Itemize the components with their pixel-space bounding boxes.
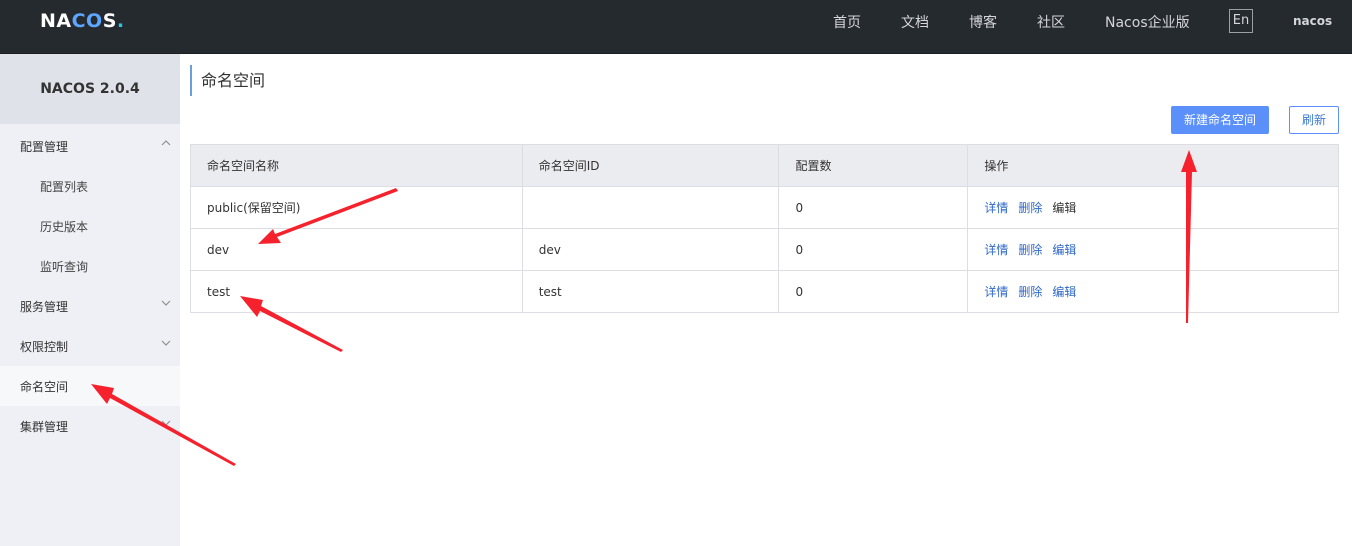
column-header-operations: 操作 bbox=[967, 144, 1339, 187]
table-row: dev dev 0 详情 删除 编辑 bbox=[190, 228, 1339, 271]
cell-namespace-name: public(保留空间) bbox=[190, 186, 523, 229]
top-header: NA CO S. 首页 文档 博客 社区 Nacos企业版 En nacos bbox=[0, 0, 1352, 54]
cell-namespace-name: dev bbox=[190, 228, 523, 271]
nav-docs[interactable]: 文档 bbox=[901, 12, 929, 32]
detail-link[interactable]: 详情 bbox=[984, 285, 1008, 299]
chevron-down-icon bbox=[161, 298, 171, 308]
detail-link[interactable]: 详情 bbox=[984, 243, 1008, 257]
nav-home[interactable]: 首页 bbox=[833, 12, 861, 32]
sidebar-item-label: 监听查询 bbox=[40, 259, 89, 274]
create-namespace-button[interactable]: 新建命名空间 bbox=[1171, 106, 1269, 134]
sidebar-item-listener-query[interactable]: 监听查询 bbox=[0, 246, 180, 286]
cell-namespace-id: dev bbox=[522, 228, 780, 271]
table-header-row: 命名空间名称 命名空间ID 配置数 操作 bbox=[190, 144, 1339, 187]
delete-link[interactable]: 删除 bbox=[1018, 201, 1042, 215]
delete-link[interactable]: 删除 bbox=[1018, 243, 1042, 257]
column-header-namespace-id: 命名空间ID bbox=[522, 144, 780, 187]
column-header-config-count: 配置数 bbox=[778, 144, 969, 187]
logo-text-na: NA bbox=[40, 10, 72, 32]
table-row: test test 0 详情 删除 编辑 bbox=[190, 270, 1339, 313]
logo-dot: . bbox=[116, 10, 125, 32]
sidebar-item-namespace[interactable]: 命名空间 bbox=[0, 366, 180, 406]
sidebar-item-label: 配置列表 bbox=[40, 179, 89, 194]
logo-text-co: CO bbox=[71, 10, 103, 32]
nav-enterprise[interactable]: Nacos企业版 bbox=[1105, 12, 1190, 32]
sidebar: NACOS 2.0.4 配置管理 配置列表 历史版本 监听查询 服务管理 权限控… bbox=[0, 54, 180, 546]
chevron-down-icon bbox=[161, 418, 171, 428]
edit-link[interactable]: 编辑 bbox=[1052, 285, 1076, 299]
nacos-logo[interactable]: NA CO S. bbox=[40, 10, 125, 32]
cell-namespace-id bbox=[522, 186, 780, 229]
sidebar-item-label: 集群管理 bbox=[20, 419, 69, 434]
sidebar-item-label: 历史版本 bbox=[40, 219, 89, 234]
column-header-namespace-name: 命名空间名称 bbox=[190, 144, 523, 187]
user-name[interactable]: nacos bbox=[1293, 14, 1332, 28]
sidebar-item-label: 服务管理 bbox=[20, 299, 69, 314]
namespace-table: 命名空间名称 命名空间ID 配置数 操作 public(保留空间) 0 详情 删除… bbox=[190, 144, 1339, 313]
sidebar-item-cluster-management[interactable]: 集群管理 bbox=[0, 406, 180, 446]
refresh-button[interactable]: 刷新 bbox=[1289, 106, 1339, 134]
sidebar-item-label: 配置管理 bbox=[20, 139, 69, 154]
cell-config-count: 0 bbox=[778, 228, 969, 271]
detail-link[interactable]: 详情 bbox=[984, 201, 1008, 215]
chevron-up-icon bbox=[161, 138, 171, 148]
sidebar-title: NACOS 2.0.4 bbox=[0, 54, 180, 124]
delete-link[interactable]: 删除 bbox=[1018, 285, 1042, 299]
sidebar-item-service-management[interactable]: 服务管理 bbox=[0, 286, 180, 326]
sidebar-item-config-management[interactable]: 配置管理 bbox=[0, 126, 180, 166]
nav-blog[interactable]: 博客 bbox=[969, 12, 997, 32]
logo-text-s: S bbox=[102, 10, 117, 32]
sidebar-item-access-control[interactable]: 权限控制 bbox=[0, 326, 180, 366]
sidebar-item-history[interactable]: 历史版本 bbox=[0, 206, 180, 246]
sidebar-item-label: 权限控制 bbox=[20, 339, 69, 354]
chevron-down-icon bbox=[161, 338, 171, 348]
cell-operations: 详情 删除 编辑 bbox=[967, 270, 1339, 313]
sidebar-item-config-list[interactable]: 配置列表 bbox=[0, 166, 180, 206]
cell-config-count: 0 bbox=[778, 270, 969, 313]
nav-community[interactable]: 社区 bbox=[1037, 12, 1065, 32]
page-title: 命名空间 bbox=[190, 65, 265, 96]
edit-link[interactable]: 编辑 bbox=[1052, 243, 1076, 257]
cell-operations: 详情 删除 编辑 bbox=[967, 228, 1339, 271]
cell-namespace-name: test bbox=[190, 270, 523, 313]
sidebar-item-label: 命名空间 bbox=[20, 379, 69, 394]
cell-operations: 详情 删除 编辑 bbox=[967, 186, 1339, 229]
cell-config-count: 0 bbox=[778, 186, 969, 229]
edit-link[interactable]: 编辑 bbox=[1052, 201, 1076, 215]
language-switch-button[interactable]: En bbox=[1229, 9, 1253, 33]
table-row: public(保留空间) 0 详情 删除 编辑 bbox=[190, 186, 1339, 229]
cell-namespace-id: test bbox=[522, 270, 780, 313]
